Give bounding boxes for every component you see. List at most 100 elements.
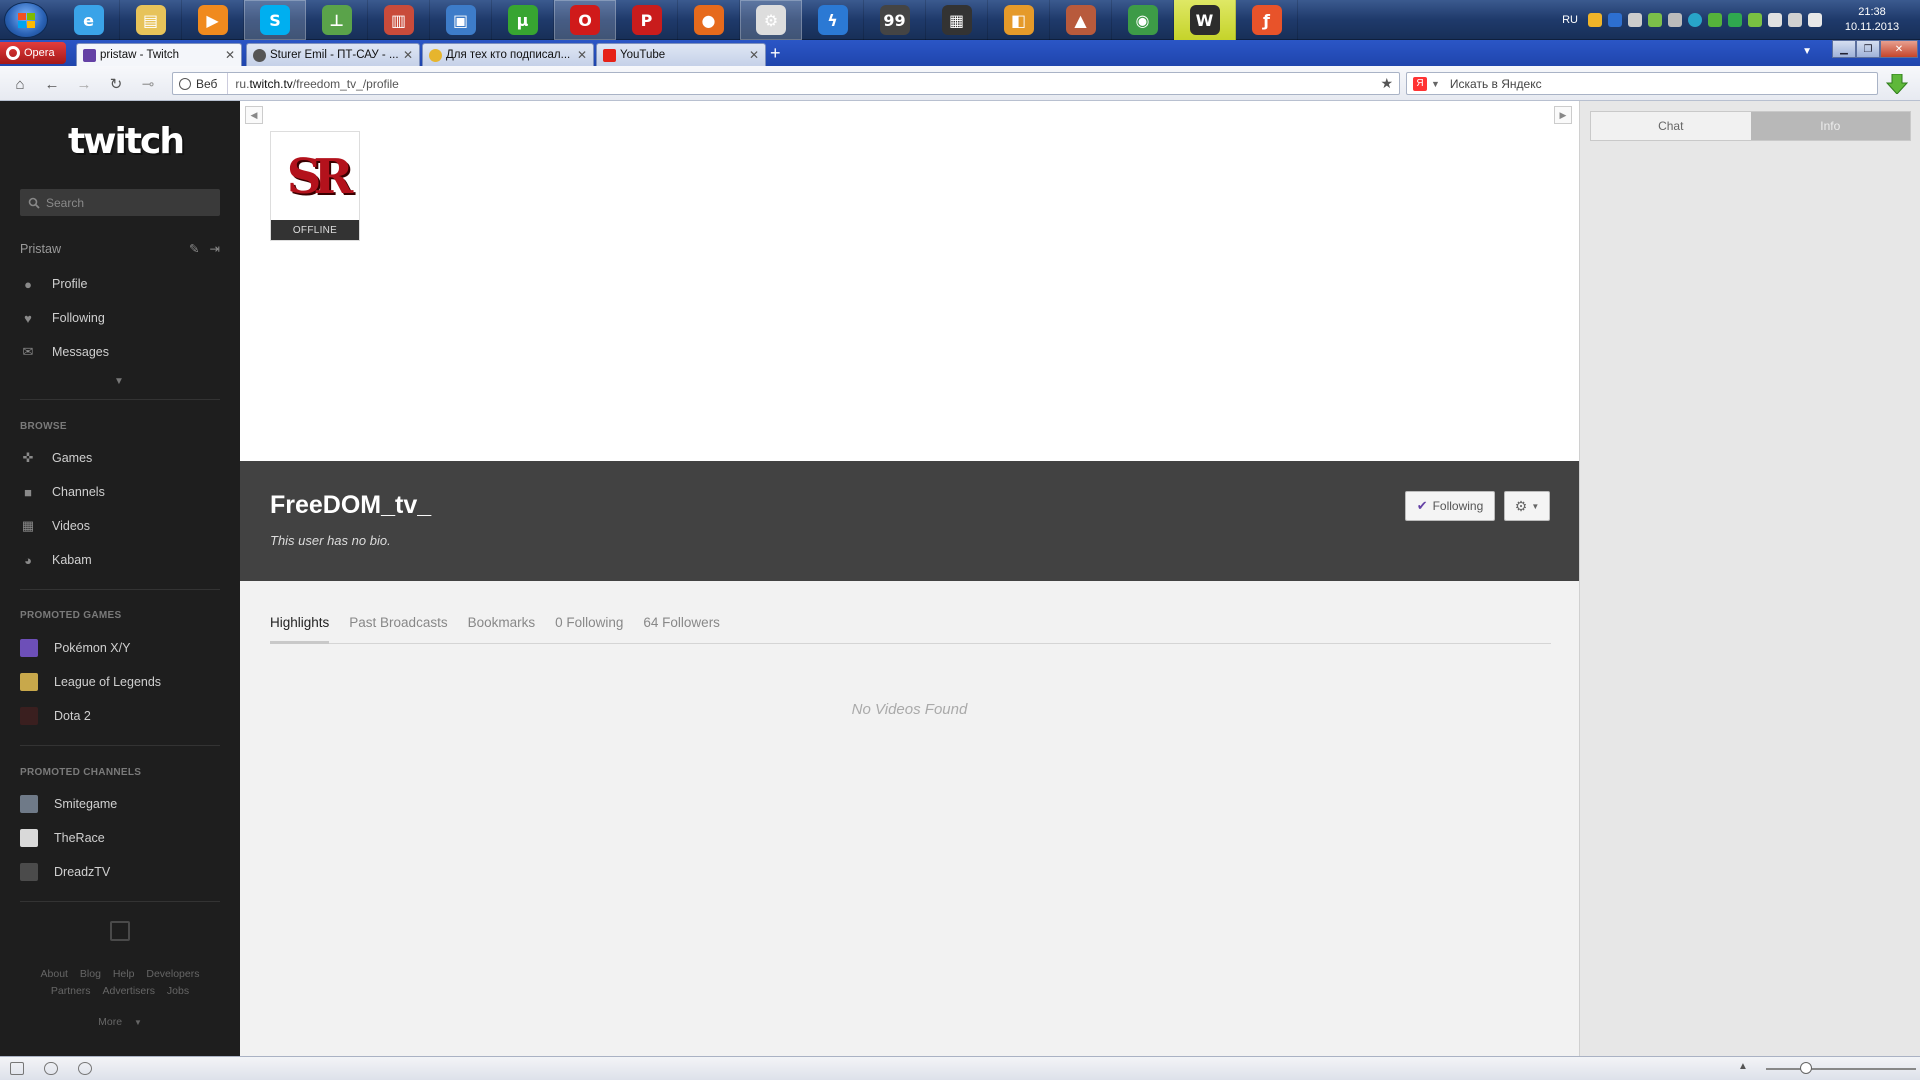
channel-avatar[interactable]: SR OFFLINE [270, 131, 360, 241]
close-tab-icon[interactable]: ✕ [221, 48, 235, 62]
taskbar-app-chrome[interactable]: ◉ [1112, 0, 1174, 40]
footer-link-developers[interactable]: Developers [146, 968, 199, 980]
footer-more-menu[interactable]: More ▼ [0, 1016, 240, 1028]
browser-tab[interactable]: Sturer Emil - ПТ-САУ - ... ✕ [246, 43, 420, 66]
new-tab-button[interactable]: + [770, 44, 781, 62]
download-arrow-icon[interactable] [1886, 74, 1908, 94]
start-button[interactable] [4, 2, 48, 38]
tray-app-icon[interactable] [1648, 13, 1662, 27]
zoom-slider-handle[interactable] [1800, 1062, 1812, 1074]
language-indicator[interactable]: RU [1562, 14, 1578, 26]
logout-icon[interactable]: ⇥ [210, 241, 220, 256]
bookmark-star-icon[interactable]: ★ [1380, 75, 1393, 92]
footer-link-help[interactable]: Help [113, 968, 135, 980]
browser-tab[interactable]: YouTube ✕ [596, 43, 766, 66]
taskbar-app-monitor[interactable]: ▣ [430, 0, 492, 40]
back-arrow-icon[interactable]: ← [42, 74, 62, 94]
tab-following[interactable]: 0 Following [555, 614, 623, 644]
tray-app-icon[interactable] [1588, 13, 1602, 27]
window-close-icon[interactable]: ✕ [1880, 40, 1918, 58]
tab-list-dropdown-icon[interactable]: ▼ [1802, 46, 1812, 57]
restore-icon[interactable]: ❐ [1856, 40, 1880, 58]
taskbar-app-explorer[interactable]: ▤ [120, 0, 182, 40]
taskbar-app-lightning[interactable]: ϟ [802, 0, 864, 40]
tray-app-icon[interactable] [1628, 13, 1642, 27]
sidebar-item-promoted-game[interactable]: League of Legends [20, 671, 220, 693]
sidebar-item-promoted-channel[interactable]: DreadzTV [20, 861, 220, 883]
sidebar-search[interactable] [20, 189, 220, 216]
taskbar-app-media-player[interactable]: ▶ [182, 0, 244, 40]
address-bar[interactable]: Веб ru.twitch.tv/freedom_tv_/profile ★ [172, 72, 1400, 95]
yandex-search-field[interactable]: Я ▼ Искать в Яндекс [1406, 72, 1878, 95]
taskbar-app-skype[interactable]: S [244, 0, 306, 40]
search-input[interactable] [46, 195, 206, 210]
taskbar-app-firefox[interactable]: ● [678, 0, 740, 40]
sidebar-item-promoted-game[interactable]: Dota 2 [20, 705, 220, 727]
tray-app-icon[interactable] [1688, 13, 1702, 27]
forward-arrow-icon[interactable]: → [74, 74, 94, 94]
footer-link-jobs[interactable]: Jobs [167, 985, 189, 997]
collapse-right-arrow-icon[interactable]: ▶ [1554, 106, 1572, 124]
close-tab-icon[interactable]: ✕ [745, 48, 759, 62]
panel-toggle-icon[interactable] [10, 1062, 24, 1075]
taskbar-app-books[interactable]: ▥ [368, 0, 430, 40]
cloud-icon[interactable] [44, 1062, 58, 1075]
taskbar-app-opera[interactable]: O [554, 0, 616, 40]
footer-link-partners[interactable]: Partners [51, 985, 91, 997]
tab-info[interactable]: Info [1750, 112, 1910, 140]
sidebar-item-following[interactable]: ♥ Following [20, 307, 220, 329]
tray-app-icon[interactable] [1728, 13, 1742, 27]
turbo-icon[interactable] [78, 1062, 92, 1075]
action-center-flag-icon[interactable] [1768, 13, 1782, 27]
sidebar-username[interactable]: Pristaw [20, 242, 61, 256]
tab-highlights[interactable]: Highlights [270, 614, 330, 644]
close-tab-icon[interactable]: ✕ [399, 48, 413, 62]
key-icon[interactable]: ⊸ [138, 74, 158, 94]
sidebar-item-promoted-channel[interactable]: Smitegame [20, 793, 220, 815]
footer-link-advertisers[interactable]: Advertisers [102, 985, 155, 997]
footer-link-about[interactable]: About [41, 968, 68, 980]
sidebar-item-channels[interactable]: ■ Channels [20, 481, 220, 503]
taskbar-app-folder[interactable]: ◧ [988, 0, 1050, 40]
web-security-badge[interactable]: Веб [173, 73, 229, 94]
tray-app-icon[interactable] [1748, 13, 1762, 27]
channel-settings-button[interactable]: ⚙ ▼ [1504, 491, 1550, 521]
sidebar-item-promoted-game[interactable]: Pokémon X/Y [20, 637, 220, 659]
twitch-logo[interactable]: twitch [68, 121, 185, 162]
taskbar-app-network[interactable]: ⊥ [306, 0, 368, 40]
browser-tab[interactable]: Для тех кто подписал... ✕ [422, 43, 594, 66]
tab-bookmarks[interactable]: Bookmarks [468, 614, 536, 644]
opera-menu-button[interactable]: Opera [0, 42, 66, 64]
taskbar-app-ip[interactable]: P [616, 0, 678, 40]
tab-followers[interactable]: 64 Followers [643, 614, 720, 644]
zoom-slider[interactable] [1766, 1068, 1916, 1070]
taskbar-app-utorrent[interactable]: µ [492, 0, 554, 40]
taskbar-app-ie[interactable]: e [58, 0, 120, 40]
taskbar-app-steam[interactable]: ⚙ [740, 0, 802, 40]
browser-tab[interactable]: pristaw - Twitch ✕ [76, 43, 242, 66]
sidebar-item-messages[interactable]: ✉ Messages [20, 341, 220, 363]
reload-icon[interactable]: ↻ [106, 74, 126, 94]
url-text[interactable]: ru.twitch.tv/freedom_tv_/profile [228, 77, 398, 91]
tab-past-broadcasts[interactable]: Past Broadcasts [349, 614, 447, 644]
volume-icon[interactable] [1808, 13, 1822, 27]
taskbar-app-terminal[interactable]: 99 [864, 0, 926, 40]
zoom-menu-icon[interactable]: ▲ [1738, 1061, 1748, 1072]
taskbar-app-film[interactable]: ▦ [926, 0, 988, 40]
sidebar-item-promoted-channel[interactable]: TheRace [20, 827, 220, 849]
footer-link-blog[interactable]: Blog [80, 968, 101, 980]
tray-app-icon[interactable] [1668, 13, 1682, 27]
tray-app-icon[interactable] [1608, 13, 1622, 27]
expand-chevron-icon[interactable]: ▼ [114, 376, 124, 387]
taskbar-app-wot[interactable]: W [1174, 0, 1236, 40]
tray-app-icon[interactable] [1708, 13, 1722, 27]
close-tab-icon[interactable]: ✕ [573, 48, 587, 62]
network-tray-icon[interactable] [1788, 13, 1802, 27]
tab-chat[interactable]: Chat [1591, 112, 1751, 140]
sidebar-item-videos[interactable]: ▦ Videos [20, 515, 220, 537]
taskbar-app-game[interactable]: ▲ [1050, 0, 1112, 40]
sidebar-item-profile[interactable]: ● Profile [20, 273, 220, 295]
taskbar-app-flash[interactable]: ƒ [1236, 0, 1298, 40]
minimize-icon[interactable]: ▁ [1832, 40, 1856, 58]
sidebar-item-kabam[interactable]: ◕ Kabam [20, 549, 220, 571]
